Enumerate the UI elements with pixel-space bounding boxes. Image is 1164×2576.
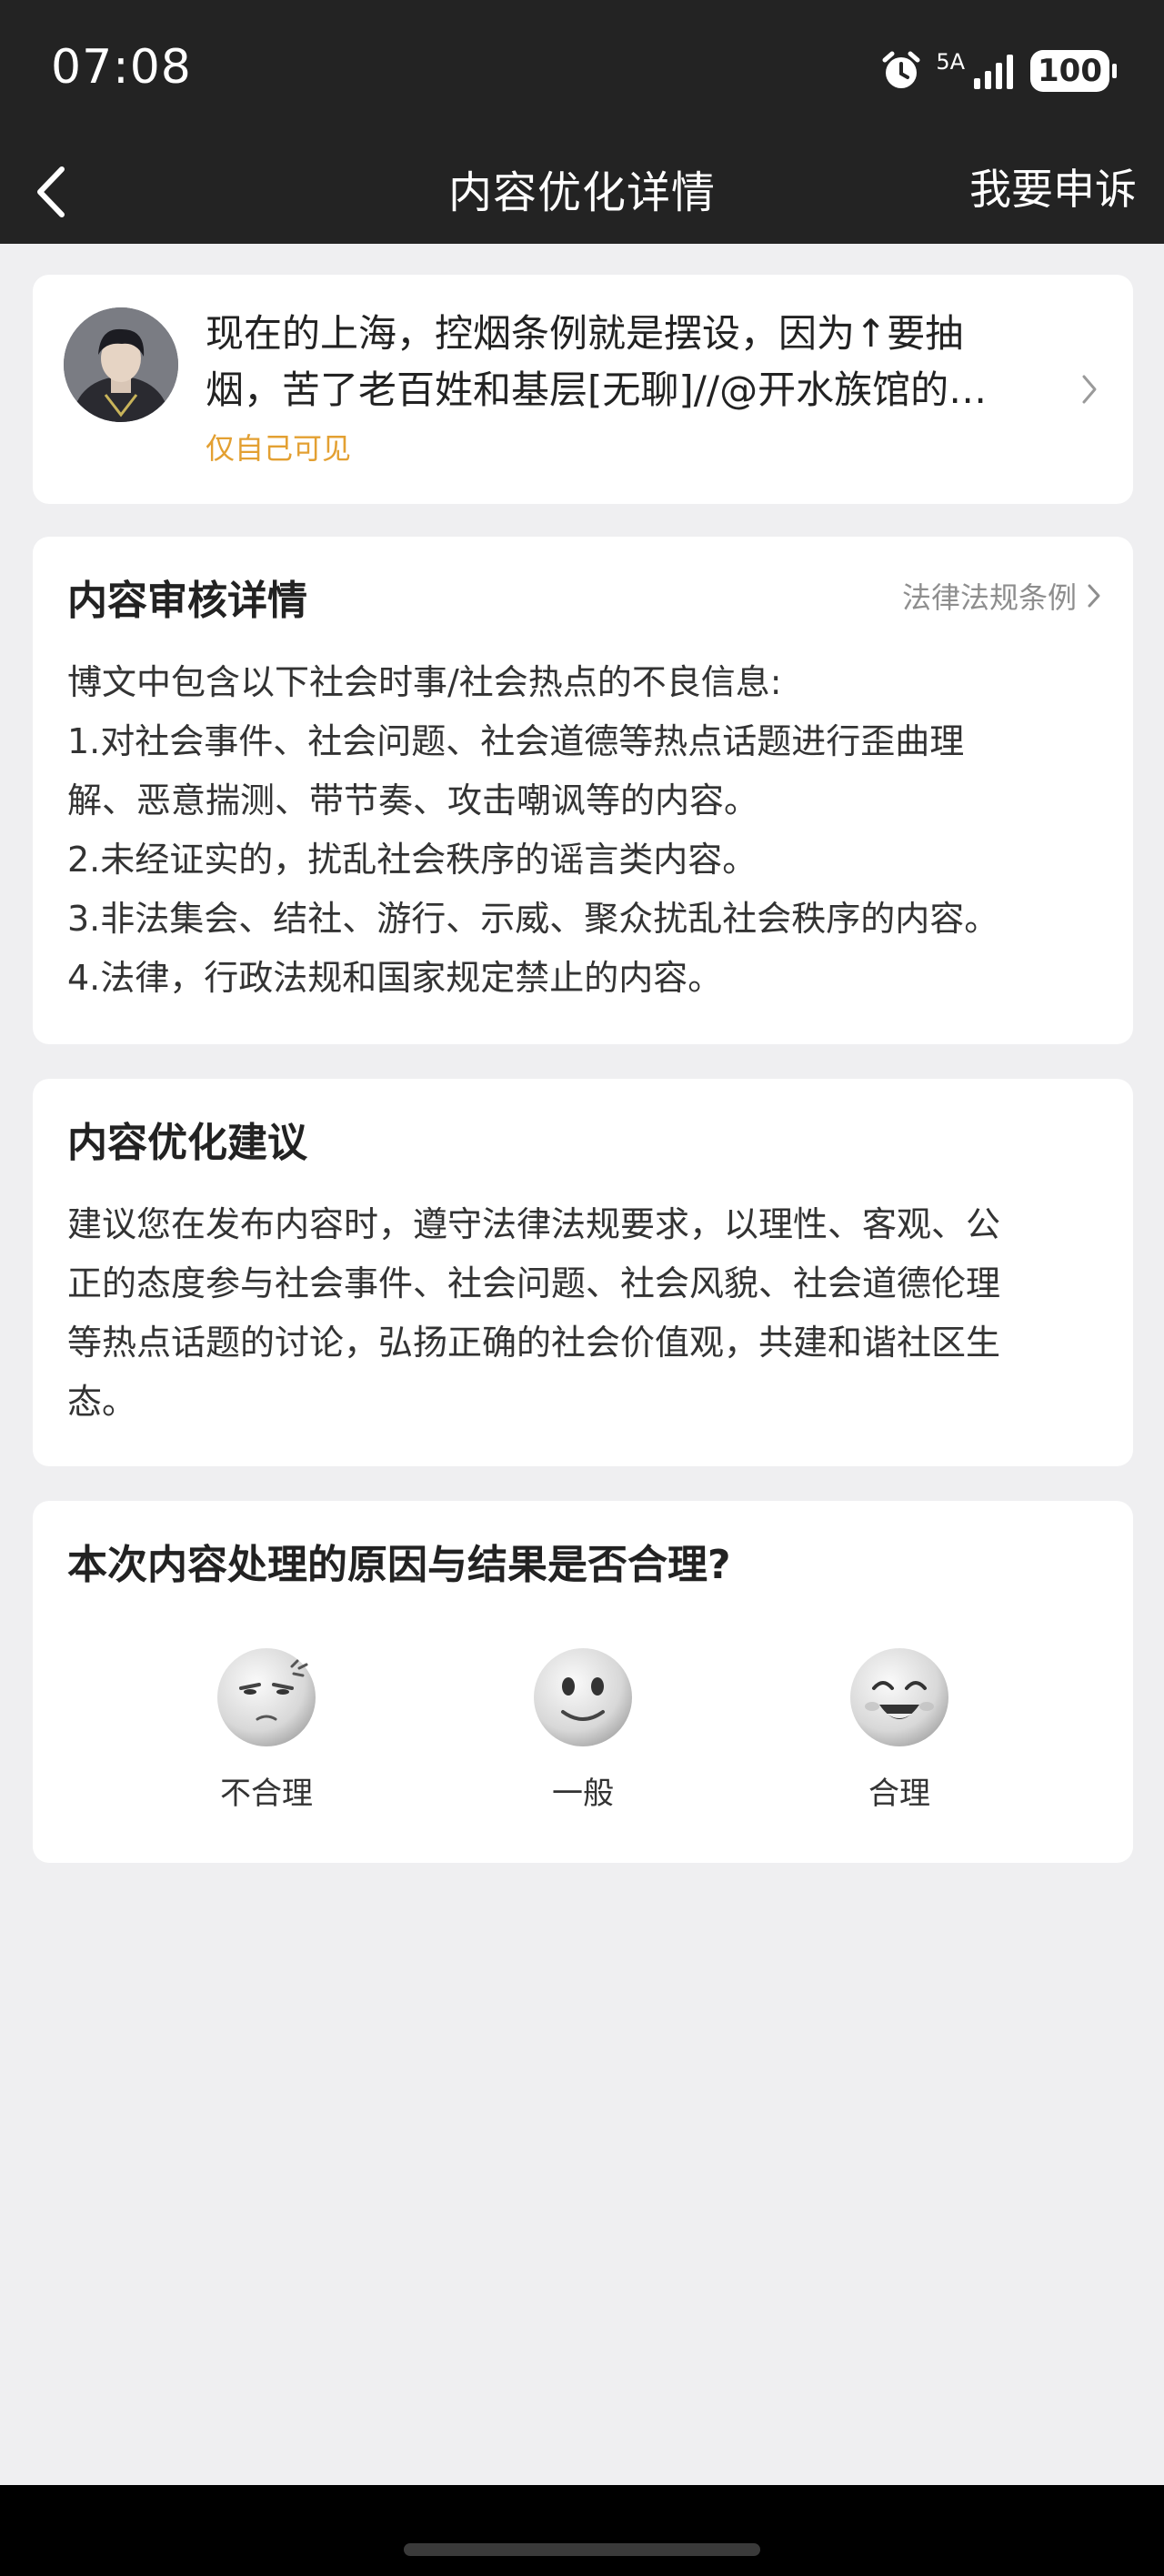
home-indicator[interactable] (404, 2543, 760, 2556)
post-excerpt-line: 现在的上海，控烟条例就是摆设，因为↑要抽 (206, 311, 964, 356)
network-type-label: 5A (936, 49, 966, 75)
post-excerpt: 现在的上海，控烟条例就是摆设，因为↑要抽 烟，苦了老百姓和基层[无聊]//@开水… (206, 306, 1079, 418)
review-line: 博文中包含以下社会时事/社会热点的不良信息: (67, 662, 782, 702)
feedback-question: 本次内容处理的原因与结果是否合理? (67, 1542, 731, 1588)
rating-label: 一般 (552, 1776, 614, 1812)
review-title: 内容审核详情 (67, 578, 307, 624)
post-excerpt-line: 烟，苦了老百姓和基层[无聊]//@开水族馆的… (206, 367, 988, 412)
review-details-card: 内容审核详情 法律法规条例 博文中包含以下社会时事/社会热点的不良信息: 1.对… (33, 537, 1133, 1044)
chevron-right-icon (1082, 375, 1097, 404)
laws-regulations-link[interactable]: 法律法规条例 (902, 575, 1102, 617)
happy-face-icon (850, 1648, 948, 1746)
status-icons: 5A 100 (879, 45, 1117, 96)
advice-line: 正的态度参与社会事件、社会问题、社会风貌、社会道德伦理 (67, 1263, 1001, 1303)
alarm-icon (882, 51, 920, 88)
rating-average-button[interactable]: 一般 (492, 1646, 674, 1813)
signal-icon (974, 55, 1014, 89)
nav-bar: 内容优化详情 我要申诉 (0, 140, 1164, 244)
avatar (64, 307, 178, 422)
appeal-button[interactable]: 我要申诉 (969, 156, 1137, 216)
advice-line: 态。 (67, 1382, 137, 1422)
status-time: 07:08 (51, 40, 192, 95)
review-line: 3.非法集会、结社、游行、示威、聚众扰乱社会秩序的内容。 (67, 899, 999, 939)
review-line: 1.对社会事件、社会问题、社会道德等热点话题进行歪曲理 (67, 721, 965, 761)
rating-label: 不合理 (220, 1776, 313, 1812)
status-bar: 07:08 5A 100 (0, 0, 1164, 140)
advice-body: 建议您在发布内容时，遵守法律法规要求，以理性、客观、公 正的态度参与社会事件、社… (67, 1195, 1099, 1432)
review-line: 4.法律，行政法规和国家规定禁止的内容。 (67, 958, 723, 998)
advice-line: 等热点话题的讨论，弘扬正确的社会价值观，共建和谐社区生 (67, 1323, 1001, 1363)
rating-unreasonable-button[interactable]: 不合理 (176, 1646, 357, 1813)
advice-title: 内容优化建议 (67, 1120, 307, 1166)
review-line: 解、恶意揣测、带节奏、攻击嘲讽等的内容。 (67, 780, 759, 820)
neutral-face-icon (534, 1648, 632, 1746)
system-navigation-bar (0, 2485, 1164, 2576)
laws-regulations-label: 法律法规条例 (901, 580, 1077, 615)
review-line: 2.未经证实的，扰乱社会秩序的谣言类内容。 (67, 840, 758, 880)
chevron-right-icon (1088, 584, 1100, 608)
review-body: 博文中包含以下社会时事/社会热点的不良信息: 1.对社会事件、社会问题、社会道德… (67, 653, 1099, 1008)
visibility-label: 仅自己可见 (206, 431, 352, 466)
feedback-card: 本次内容处理的原因与结果是否合理? 不合理 一般 合理 (33, 1501, 1133, 1863)
rating-label: 合理 (868, 1776, 930, 1812)
optimization-advice-card: 内容优化建议 建议您在发布内容时，遵守法律法规要求，以理性、客观、公 正的态度参… (33, 1079, 1133, 1466)
rating-reasonable-button[interactable]: 合理 (808, 1646, 990, 1813)
advice-line: 建议您在发布内容时，遵守法律法规要求，以理性、客观、公 (67, 1204, 1001, 1244)
post-card[interactable]: 现在的上海，控烟条例就是摆设，因为↑要抽 烟，苦了老百姓和基层[无聊]//@开水… (33, 275, 1133, 504)
annoyed-face-icon (217, 1648, 316, 1746)
battery-indicator: 100 (1030, 50, 1117, 92)
